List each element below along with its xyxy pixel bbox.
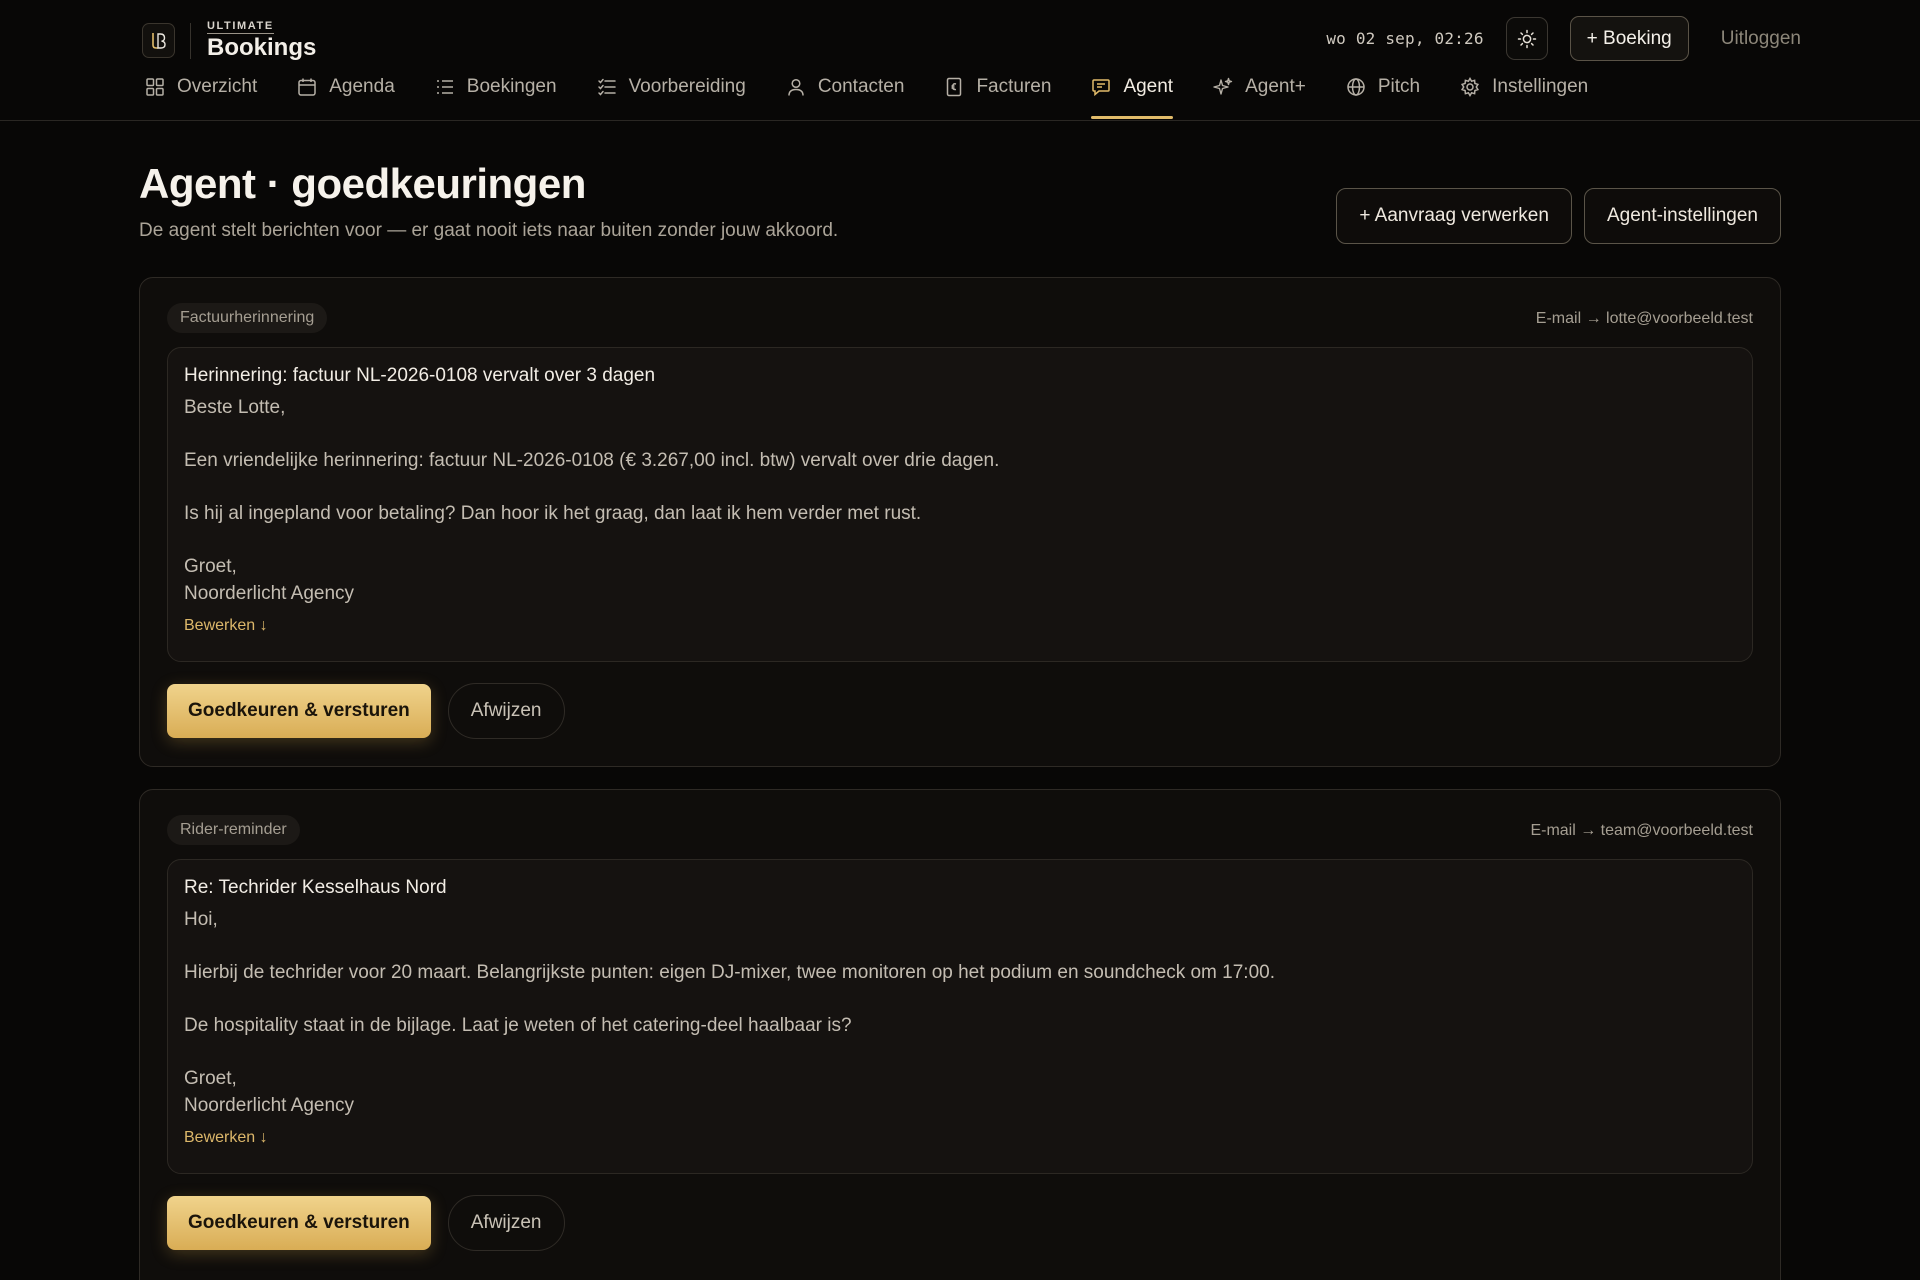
nav-label: Overzicht xyxy=(177,76,258,97)
card-actions: Goedkeuren & versturen Afwijzen xyxy=(167,683,565,739)
nav-label: Boekingen xyxy=(466,76,557,97)
message-line: Noorderlicht Agency xyxy=(184,582,355,604)
message-body: Hoi, Hierbij de techrider voor 20 maart.… xyxy=(184,907,1736,1119)
card-type-tag: Factuurherinnering xyxy=(167,303,328,333)
logout-link[interactable]: Uitloggen xyxy=(1721,28,1801,50)
sun-icon xyxy=(1517,29,1536,48)
message-line xyxy=(184,528,1736,555)
message-line: Groet, xyxy=(184,556,237,577)
message-line xyxy=(184,1040,1736,1067)
current-datetime: wo 02 sep, 02:26 xyxy=(1326,29,1484,48)
message-line xyxy=(184,422,1736,449)
message-subject: Re: Techrider Kesselhaus Nord xyxy=(184,877,447,898)
main-nav: Overzicht Agenda Boekingen Voorbereiding… xyxy=(145,76,1628,120)
message-line: Groet, xyxy=(184,1068,237,1089)
message-line xyxy=(184,475,1736,502)
brand-wordmark: ULTIMATE Bookings xyxy=(207,20,316,61)
header-controls: wo 02 sep, 02:26 + Boeking Uitloggen xyxy=(1326,16,1801,61)
globe-icon xyxy=(1347,78,1365,96)
nav-item-contacten[interactable]: Contacten xyxy=(786,76,905,120)
user-icon xyxy=(788,78,804,96)
message-line: De hospitality staat in de bijlage. Laat… xyxy=(184,1015,852,1036)
message-body: Beste Lotte, Een vriendelijke herinnerin… xyxy=(184,395,1736,607)
card-recipient: E-mail → team@voorbeeld.test xyxy=(1530,822,1753,839)
brand-top-text: ULTIMATE xyxy=(207,20,274,34)
message-line xyxy=(184,934,1736,961)
message-line: Hoi, xyxy=(184,909,218,930)
page-subtitle: De agent stelt berichten voor — er gaat … xyxy=(139,220,839,241)
calendar-icon xyxy=(298,78,316,96)
brand-divider xyxy=(190,22,191,59)
nav-label: Contacten xyxy=(817,76,905,97)
nav-label: Agent xyxy=(1123,76,1174,97)
nav-item-pitch[interactable]: Pitch xyxy=(1346,76,1420,120)
new-booking-button[interactable]: + Boeking xyxy=(1569,16,1689,61)
chat-icon xyxy=(1092,79,1111,97)
nav-label: Voorbereiding xyxy=(628,76,746,97)
nav-label: Facturen xyxy=(976,76,1052,97)
gear-icon xyxy=(1461,77,1480,97)
approval-card: Rider-reminder E-mail → team@voorbeeld.t… xyxy=(139,789,1781,1280)
page-title: Agent · goedkeuringen xyxy=(139,160,586,207)
nav-label: Agent+ xyxy=(1245,76,1306,97)
logo-icon xyxy=(142,23,175,58)
reject-button[interactable]: Afwijzen xyxy=(447,1195,565,1251)
brand[interactable]: ULTIMATE Bookings xyxy=(142,20,316,61)
checklist-icon xyxy=(597,78,616,96)
message-line: Een vriendelijke herinnering: factuur NL… xyxy=(184,450,1000,471)
reject-button[interactable]: Afwijzen xyxy=(447,683,565,739)
nav-label: Instellingen xyxy=(1492,76,1589,97)
agent-settings-button[interactable]: Agent-instellingen xyxy=(1583,188,1781,244)
nav-label: Agenda xyxy=(329,76,395,97)
sparkle-icon xyxy=(1213,77,1233,95)
invoice-icon xyxy=(947,77,962,97)
message-line: Beste Lotte, xyxy=(184,397,286,418)
nav-item-boekingen[interactable]: Boekingen xyxy=(435,76,557,120)
list-icon xyxy=(436,80,453,94)
message-preview: Herinnering: factuur NL-2026-0108 verval… xyxy=(167,347,1753,662)
card-type-tag: Rider-reminder xyxy=(167,815,300,845)
message-preview: Re: Techrider Kesselhaus Nord Hoi, Hierb… xyxy=(167,859,1753,1174)
nav-item-agent[interactable]: Agent xyxy=(1091,76,1173,120)
card-actions: Goedkeuren & versturen Afwijzen xyxy=(167,1195,565,1251)
nav-label: Pitch xyxy=(1377,76,1421,97)
nav-item-instellingen[interactable]: Instellingen xyxy=(1460,76,1588,120)
message-subject: Herinnering: factuur NL-2026-0108 verval… xyxy=(184,365,656,386)
brand-main-text: Bookings xyxy=(207,34,317,61)
approve-send-button[interactable]: Goedkeuren & versturen xyxy=(167,1196,431,1250)
approval-card: Factuurherinnering E-mail → lotte@voorbe… xyxy=(139,277,1781,767)
edit-message-link[interactable]: Bewerken ↓ xyxy=(184,1129,268,1147)
edit-message-link[interactable]: Bewerken ↓ xyxy=(184,617,268,635)
message-line: Hierbij de techrider voor 20 maart. Bela… xyxy=(184,962,1275,983)
process-request-button[interactable]: + Aanvraag verwerken xyxy=(1336,188,1572,244)
message-line: Noorderlicht Agency xyxy=(184,1094,355,1116)
top-bar: ULTIMATE Bookings wo 02 sep, 02:26 + Boe… xyxy=(0,0,1920,121)
message-line: Is hij al ingepland voor betaling? Dan h… xyxy=(184,503,922,524)
page-actions: + Aanvraag verwerken Agent-instellingen xyxy=(1324,188,1781,244)
theme-toggle-button[interactable] xyxy=(1505,17,1548,60)
approve-send-button[interactable]: Goedkeuren & versturen xyxy=(167,684,431,738)
message-line xyxy=(184,987,1736,1014)
card-recipient: E-mail → lotte@voorbeeld.test xyxy=(1535,310,1753,327)
nav-item-agenda[interactable]: Agenda xyxy=(297,76,395,120)
nav-item-voorbereiding[interactable]: Voorbereiding xyxy=(597,76,746,120)
nav-item-agent-plus[interactable]: Agent+ xyxy=(1213,76,1306,120)
grid-icon xyxy=(146,78,164,96)
nav-item-overzicht[interactable]: Overzicht xyxy=(145,76,257,120)
nav-item-facturen[interactable]: Facturen xyxy=(944,76,1051,120)
